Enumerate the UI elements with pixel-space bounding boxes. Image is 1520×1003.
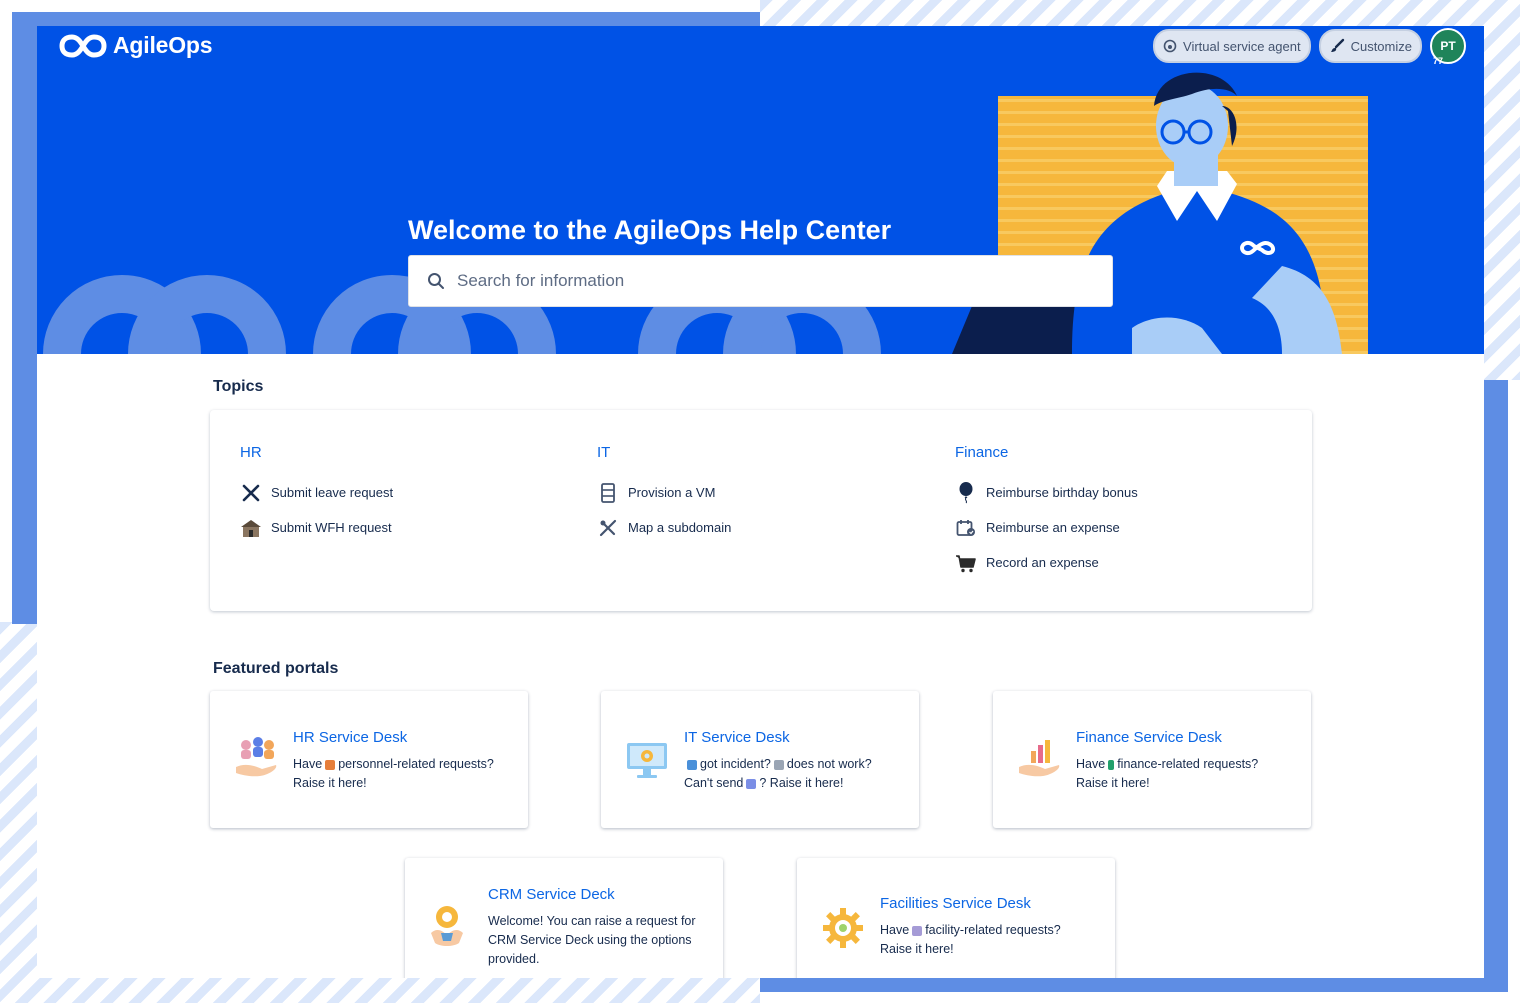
portal-desc-text: got incident? xyxy=(700,757,771,771)
virtual-service-agent-button[interactable]: Virtual service agent xyxy=(1153,29,1311,63)
user-avatar[interactable]: PT 77 xyxy=(1430,28,1466,66)
portal-desc-text: Raise it here! xyxy=(293,776,367,790)
portal-description: Welcome! You can raise a request for CRM… xyxy=(488,914,696,966)
brand-name: AgileOps xyxy=(113,32,213,58)
portal-description: Have facility-related requests? Raise it … xyxy=(880,921,1105,959)
topic-map-a-subdomain[interactable]: Map a subdomain xyxy=(597,510,731,545)
customize-label: Customize xyxy=(1350,38,1412,54)
laptop-emoji-icon xyxy=(687,759,697,770)
top-actions: Virtual service agent Customize PT 77 xyxy=(1153,28,1466,66)
topics-card: HR Submit leave request Submit WFH reque… xyxy=(210,410,1312,611)
paintbrush-icon xyxy=(1330,38,1344,52)
user-initials: PT xyxy=(1440,39,1456,53)
portal-card-crm-service-deck[interactable]: CRM Service Deck Welcome! You can raise … xyxy=(405,858,723,978)
topic-group-title[interactable]: HR xyxy=(240,444,393,461)
help-center-window: AgileOps Virtual service agent Customize… xyxy=(37,26,1484,978)
infinity-logo-icon xyxy=(59,33,107,58)
portal-desc-text: Can't send xyxy=(684,776,744,790)
portal-description: Have finance-related requests? Raise it h… xyxy=(1076,755,1301,793)
portal-title: CRM Service Deck xyxy=(488,886,615,903)
portal-card-it-service-desk[interactable]: IT Service Desk got incident? does not wo… xyxy=(601,691,919,828)
topic-reimburse-birthday-bonus[interactable]: Reimburse birthday bonus xyxy=(955,475,1138,510)
portal-desc-text: Have xyxy=(880,923,910,937)
topic-label: Submit leave request xyxy=(271,485,394,500)
topic-label: Record an expense xyxy=(986,555,1099,570)
handshake-gear-icon xyxy=(431,906,463,946)
portal-desc-text: facility-related requests? xyxy=(925,923,1061,937)
topic-provision-a-vm[interactable]: Provision a VM xyxy=(597,475,731,510)
portal-title: Finance Service Desk xyxy=(1076,729,1222,746)
dollar-emoji-icon xyxy=(1108,759,1115,770)
user-avatar-badge: 77 xyxy=(1433,56,1444,66)
agileops-logo[interactable]: AgileOps xyxy=(59,32,213,59)
search-icon xyxy=(428,273,444,289)
topic-record-an-expense[interactable]: Record an expense xyxy=(955,545,1138,580)
topic-label: Map a subdomain xyxy=(628,520,732,535)
topic-reimburse-an-expense[interactable]: Reimburse an expense xyxy=(955,510,1138,545)
topic-group-title[interactable]: IT xyxy=(597,444,731,461)
portal-title: HR Service Desk xyxy=(293,729,408,746)
portal-desc-text: Have xyxy=(1076,757,1106,771)
portal-description: got incident? does not work? Can't send ? … xyxy=(684,755,909,793)
portal-title: IT Service Desk xyxy=(684,729,790,746)
portal-desc-text: finance-related requests? xyxy=(1117,757,1259,771)
featured-portals-heading: Featured portals xyxy=(213,660,339,677)
topic-group-finance: Finance Reimburse birthday bonus Reimbur… xyxy=(955,444,1138,580)
topics-heading: Topics xyxy=(213,378,264,395)
portal-desc-text: Have xyxy=(293,757,323,771)
topic-group-hr: HR Submit leave request Submit WFH reque… xyxy=(240,444,393,545)
hero-banner: AgileOps Virtual service agent Customize… xyxy=(37,26,1484,354)
topic-submit-leave-request[interactable]: Submit leave request xyxy=(240,475,393,510)
portal-description: Have personnel-related requests? Raise it… xyxy=(293,755,518,793)
topic-label: Provision a VM xyxy=(628,485,716,500)
portal-card-facilities-service-desk[interactable]: Facilities Service Desk Have facility-rel… xyxy=(797,858,1115,978)
people-in-hand-icon xyxy=(236,737,277,777)
hero-title: Welcome to the AgileOps Help Center xyxy=(408,215,892,245)
server-icon xyxy=(597,482,619,504)
portal-desc-text: personnel-related requests? xyxy=(338,757,494,771)
people-emoji-icon xyxy=(325,759,336,770)
gear-emoji-icon xyxy=(912,925,923,936)
topic-label: Submit WFH request xyxy=(271,520,392,535)
topic-label: Reimburse an expense xyxy=(986,520,1120,535)
tools-icon xyxy=(597,517,619,539)
calendar-icon xyxy=(955,517,977,539)
search-bar[interactable] xyxy=(408,255,1113,307)
portal-card-finance-service-desk[interactable]: Finance Service Desk Have finance-related… xyxy=(993,691,1311,828)
portal-card-hr-service-desk[interactable]: HR Service Desk Have personnel-related re… xyxy=(210,691,528,828)
airplane-icon xyxy=(240,482,262,504)
monitor-gear-icon xyxy=(627,743,667,778)
virtual-service-agent-label: Virtual service agent xyxy=(1183,38,1301,54)
printer-emoji-icon xyxy=(773,759,784,770)
gear-icon xyxy=(823,908,863,948)
topic-label: Reimburse birthday bonus xyxy=(986,485,1138,500)
customize-button[interactable]: Customize xyxy=(1318,29,1422,63)
support-agent-illustration xyxy=(952,72,1368,354)
portal-desc-text: does not work? xyxy=(786,757,872,771)
portal-desc-text: Raise it here! xyxy=(1076,776,1150,790)
topic-group-it: IT Provision a VM Map a subdomain xyxy=(597,444,731,545)
balloon-icon xyxy=(955,481,977,504)
topic-group-title[interactable]: Finance xyxy=(955,444,1138,461)
search-input[interactable] xyxy=(455,270,1059,292)
chat-bot-icon xyxy=(1163,39,1177,53)
email-emoji-icon xyxy=(746,778,757,789)
house-icon xyxy=(240,517,262,539)
portal-title: Facilities Service Desk xyxy=(880,895,1031,912)
cart-icon xyxy=(955,552,977,574)
portal-desc-text: ? Raise it here! xyxy=(759,776,844,790)
topic-submit-wfh-request[interactable]: Submit WFH request xyxy=(240,510,393,545)
chart-in-hand-icon xyxy=(1019,740,1060,777)
portal-desc-text: Raise it here! xyxy=(880,942,954,956)
